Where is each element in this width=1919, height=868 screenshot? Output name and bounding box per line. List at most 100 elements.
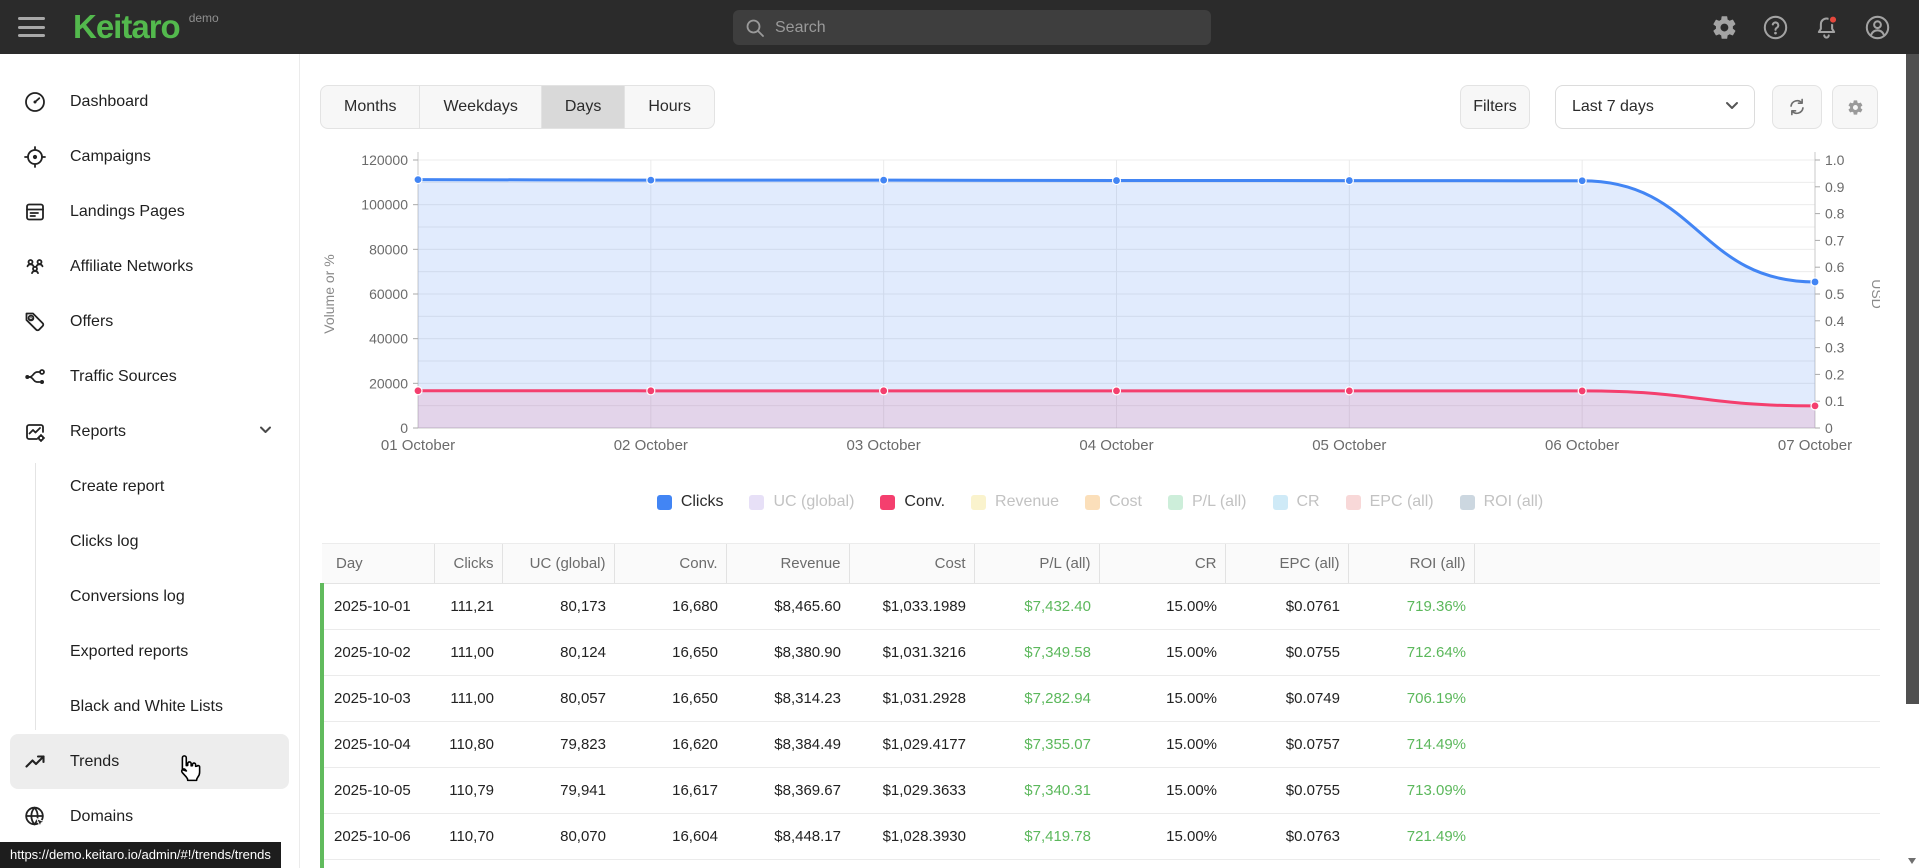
column-header-uc-global-[interactable]: UC (global)	[501, 543, 614, 584]
svg-text:100000: 100000	[361, 197, 408, 213]
search-input[interactable]	[775, 18, 1199, 37]
column-header-p-l-all-[interactable]: P/L (all)	[973, 543, 1099, 584]
sidebar-item-label: Traffic Sources	[70, 367, 177, 385]
sidebar-subitem-conversions-log[interactable]: Conversions log	[0, 569, 299, 624]
legend-item-epc-all-[interactable]: EPC (all)	[1345, 493, 1434, 511]
column-header-conv-[interactable]: Conv.	[613, 543, 726, 584]
cell-clicks: 110,70	[434, 813, 502, 860]
brand-logo[interactable]: Keitaro	[73, 8, 181, 46]
refresh-button[interactable]	[1772, 85, 1822, 129]
cell-filler	[1474, 767, 1880, 814]
sidebar-item-dashboard[interactable]: Dashboard	[10, 74, 289, 129]
settings-icon[interactable]	[1711, 14, 1738, 41]
legend-item-cost[interactable]: Cost	[1085, 493, 1142, 511]
cell-cr: 15.00%	[1099, 813, 1225, 860]
tab-weekdays[interactable]: Weekdays	[420, 86, 542, 128]
cell-epc-all-: $0.0761	[1225, 583, 1348, 630]
tab-months[interactable]: Months	[321, 86, 421, 128]
svg-text:0: 0	[400, 420, 408, 436]
reports-icon	[23, 420, 47, 444]
scrollbar-thumb[interactable]	[1906, 54, 1919, 704]
sidebar-item-trends[interactable]: Trends	[10, 734, 289, 789]
table-row[interactable]: 2025-10-03 111,00 80,057 16,650 $8,314.23 $1,…	[320, 675, 1880, 722]
legend-item-roi-all-[interactable]: ROI (all)	[1459, 493, 1544, 511]
chart-legend: Clicks UC (global) Conv. Revenue Cost P/L (al…	[320, 488, 1880, 516]
sidebar-item-landings-pages[interactable]: Landings Pages	[10, 184, 289, 239]
cell-filler	[1474, 629, 1880, 676]
sidebar-item-label: Dashboard	[70, 92, 149, 110]
tab-hours[interactable]: Hours	[625, 86, 714, 128]
cell-uc-global-: 80,057	[502, 675, 614, 722]
sidebar-subitem-create-report[interactable]: Create report	[0, 459, 299, 514]
column-header-cr[interactable]: CR	[1098, 543, 1225, 584]
sidebar-subitem-clicks-log[interactable]: Clicks log	[0, 514, 299, 569]
cell-p-l-all-: $7,355.07	[974, 721, 1099, 768]
tab-days[interactable]: Days	[541, 86, 626, 128]
cell-conv-: 2,418	[614, 859, 726, 868]
sidebar-subitem-black-and-white-lists[interactable]: Black and White Lists	[0, 679, 299, 734]
notifications-bell-icon[interactable]	[1813, 14, 1840, 41]
account-icon[interactable]	[1864, 14, 1891, 41]
cell-cr: 15.00%	[1099, 629, 1225, 676]
cell-cost: $1,031.2928	[849, 675, 974, 722]
link-status-tooltip: https://demo.keitaro.io/admin/#!/trends/…	[0, 842, 281, 868]
help-icon[interactable]	[1762, 14, 1789, 41]
refresh-icon	[1790, 98, 1804, 116]
date-range-select[interactable]: Last 7 days	[1555, 85, 1755, 129]
sidebar-item-label: Offers	[70, 312, 114, 330]
chart-settings-button[interactable]	[1832, 85, 1878, 129]
cell-epc-all-: $0.0749	[1225, 675, 1348, 722]
column-header-cost[interactable]: Cost	[848, 543, 974, 584]
cell-day: 2025-10-05	[320, 767, 434, 814]
cell-uc-global-: 80,124	[502, 629, 614, 676]
legend-label: UC (global)	[773, 493, 855, 510]
scrollbar-down-arrow[interactable]	[1908, 858, 1916, 864]
cell-conv-: 16,604	[614, 813, 726, 860]
table-row[interactable]: 2025-10-04 110,80 79,823 16,620 $8,384.49 $1,…	[320, 721, 1880, 768]
column-header-roi-all-[interactable]: ROI (all)	[1347, 543, 1474, 584]
cell-cost: $1,031.3216	[849, 629, 974, 676]
global-search[interactable]	[733, 10, 1211, 45]
sidebar-item-affiliate-networks[interactable]: Affiliate Networks	[10, 239, 289, 294]
table-row[interactable]: 2025-10-01 111,21 80,173 16,680 $8,465.60 $1,…	[320, 583, 1880, 630]
cell-cost: $217.5022	[849, 859, 974, 868]
table-row[interactable]: 2025-10-02 111,00 80,124 16,650 $8,380.90 $1,…	[320, 629, 1880, 676]
svg-text:0: 0	[1825, 420, 1833, 436]
cell-roi-all-: 712.64%	[1348, 629, 1474, 676]
legend-item-uc-global-[interactable]: UC (global)	[749, 493, 854, 511]
filters-button[interactable]: Filters	[1460, 85, 1530, 129]
sidebar-item-campaigns[interactable]: Campaigns	[10, 129, 289, 184]
hamburger-menu-icon[interactable]	[18, 17, 45, 37]
sidebar-subitem-exported-reports[interactable]: Exported reports	[0, 624, 299, 679]
sidebar-item-domains[interactable]: Domains	[10, 789, 289, 844]
cell-p-l-all-: $7,432.40	[974, 583, 1099, 630]
landing-pages-icon	[23, 200, 47, 224]
legend-label: ROI (all)	[1483, 493, 1544, 510]
dashboard-icon	[23, 90, 47, 114]
legend-swatch	[971, 494, 987, 510]
sidebar-item-reports[interactable]: Reports	[10, 404, 289, 459]
column-header-clicks[interactable]: Clicks	[433, 543, 502, 584]
sidebar-item-label: Affiliate Networks	[70, 257, 194, 275]
column-header-epc-all-[interactable]: EPC (all)	[1224, 543, 1348, 584]
cell-roi-all-: 713.09%	[1348, 767, 1474, 814]
table-row[interactable]: 2025-10-0711,4011,4772,418$1,029.34$217.…	[320, 859, 1880, 868]
column-header-revenue[interactable]: Revenue	[725, 543, 849, 584]
sidebar-item-offers[interactable]: $ Offers	[10, 294, 289, 349]
cell-revenue: $8,384.49	[726, 721, 849, 768]
legend-item-clicks[interactable]: Clicks	[656, 493, 723, 511]
legend-item-cr[interactable]: CR	[1272, 493, 1320, 511]
sidebar-item-traffic-sources[interactable]: Traffic Sources	[10, 349, 289, 404]
svg-text:60000: 60000	[369, 286, 408, 302]
table-row[interactable]: 2025-10-05 110,79 79,941 16,617 $8,369.67 $1,…	[320, 767, 1880, 814]
sidebar-subitem-label: Conversions log	[70, 587, 185, 605]
traffic-sources-icon	[23, 365, 47, 389]
cell-clicks: 111,21	[434, 583, 502, 630]
legend-item-revenue[interactable]: Revenue	[971, 493, 1059, 511]
legend-item-conv-[interactable]: Conv.	[880, 493, 945, 511]
page-scrollbar[interactable]	[1906, 54, 1919, 868]
legend-item-p-l-all-[interactable]: P/L (all)	[1167, 493, 1247, 511]
column-header-day[interactable]: Day	[322, 543, 434, 584]
table-row[interactable]: 2025-10-06 110,70 80,070 16,604 $8,448.17 $1,…	[320, 813, 1880, 860]
date-range-value: Last 7 days	[1572, 98, 1654, 115]
